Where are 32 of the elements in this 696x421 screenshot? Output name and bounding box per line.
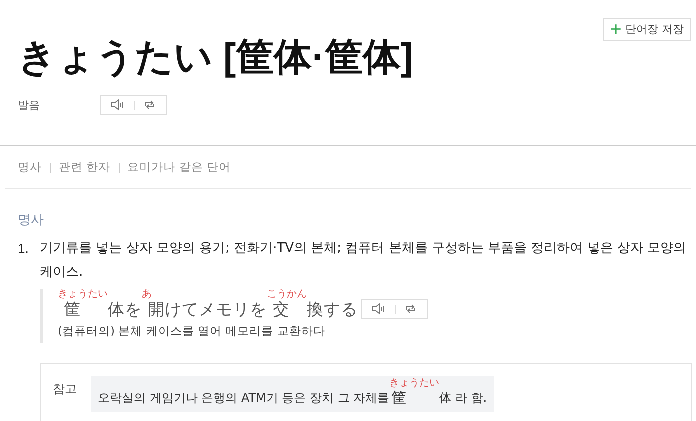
repeat-button[interactable] bbox=[144, 99, 156, 111]
play-button[interactable] bbox=[372, 303, 386, 315]
speaker-icon bbox=[372, 303, 386, 315]
example-translation: (컴퓨터의) 본체 케이스를 열어 메모리를 교환하다 bbox=[58, 324, 326, 340]
repeat-icon bbox=[144, 99, 156, 111]
repeat-icon bbox=[405, 303, 417, 315]
furigana: こうかん bbox=[267, 289, 307, 300]
play-button[interactable] bbox=[111, 99, 125, 111]
example-text: 開 bbox=[147, 300, 165, 320]
example-text: けてメモリを bbox=[165, 300, 267, 320]
headword: きょうたい [筐体·筐体] bbox=[18, 36, 414, 81]
speaker-icon bbox=[111, 99, 125, 111]
pronunciation-label: 발음 bbox=[18, 98, 41, 112]
furigana: きょうたい bbox=[58, 289, 108, 300]
definition-text: 기기류를 넣는 상자 모양의 용기; 전화기·TV의 본체; 컴퓨터 본체를 구성하는 부품을 정리하여 넣은 상자 모양의 케이스. bbox=[40, 240, 688, 282]
furigana: あ bbox=[142, 289, 152, 300]
note-text: 体 라 함. bbox=[440, 390, 488, 407]
note-text: 오락실의 게임기나 은행의 ATM기 등은 장치 그 자체를 bbox=[98, 390, 390, 407]
note-text: 筐 bbox=[390, 389, 408, 407]
section-link[interactable]: 요미가나 같은 단어 bbox=[128, 160, 231, 175]
repeat-button[interactable] bbox=[405, 303, 417, 315]
sense-number: 1. bbox=[18, 240, 30, 258]
save-to-wordbook-button[interactable]: + 단어장 저장 bbox=[602, 18, 691, 41]
example-text: 交 bbox=[272, 300, 290, 320]
example-text: 筐 bbox=[63, 300, 81, 320]
section-link[interactable]: 명사 bbox=[18, 160, 42, 175]
section-link[interactable]: 관련 한자 bbox=[59, 160, 111, 175]
example-text: 体を bbox=[108, 300, 142, 320]
furigana: きょうたい bbox=[390, 378, 440, 389]
part-of-speech: 명사 bbox=[17, 212, 45, 229]
example-text: 換する bbox=[307, 300, 358, 320]
note-label: 참고 bbox=[53, 381, 77, 398]
